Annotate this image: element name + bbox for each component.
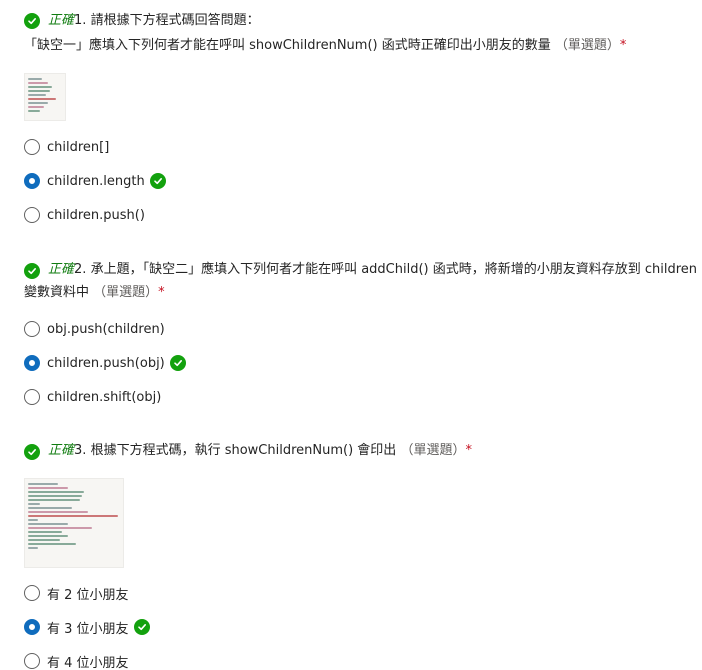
radio-button-selected[interactable] bbox=[24, 173, 40, 189]
radio-button[interactable] bbox=[24, 653, 40, 669]
radio-button[interactable] bbox=[24, 207, 40, 223]
correct-tag: 正確 bbox=[48, 443, 75, 458]
option-label: obj.push(children) bbox=[47, 321, 165, 337]
option-label: 有 2 位小朋友 bbox=[47, 587, 129, 603]
option-children-push-obj[interactable]: children.push(obj) bbox=[24, 353, 186, 373]
code-image-1 bbox=[24, 73, 66, 121]
option-label: children[] bbox=[47, 139, 110, 155]
question-3-header bbox=[24, 443, 40, 460]
option-4-children[interactable]: 有 4 位小朋友 bbox=[24, 651, 129, 670]
correct-tag: 正確 bbox=[48, 13, 75, 28]
radio-button[interactable] bbox=[24, 389, 40, 405]
required-asterisk: * bbox=[465, 443, 472, 458]
question-number: 1. bbox=[74, 13, 87, 28]
radio-button[interactable] bbox=[24, 139, 40, 155]
option-children-brackets[interactable]: children[] bbox=[24, 137, 109, 157]
question-title-text: 請根據下方程式碼回答問題： bbox=[90, 13, 260, 28]
question-type: （單選題） bbox=[400, 443, 466, 458]
question-title-text: 承上題，「缺空二」應填入下列何者才能在呼叫 addChild() 函式時，將新增… bbox=[90, 262, 698, 277]
option-label: children.push() bbox=[47, 207, 145, 223]
radio-button[interactable] bbox=[24, 321, 40, 337]
required-asterisk: * bbox=[158, 285, 165, 300]
question-2-header bbox=[24, 262, 40, 279]
option-label: children.length bbox=[47, 173, 145, 189]
question-3-title: 正確3. 根據下方程式碼，執行 showChildrenNum() 會印出 （單… bbox=[48, 439, 472, 463]
question-1-header bbox=[24, 12, 40, 29]
correct-check-icon bbox=[24, 263, 40, 279]
option-children-length[interactable]: children.length bbox=[24, 171, 166, 191]
code-image-3 bbox=[24, 478, 124, 568]
radio-button[interactable] bbox=[24, 585, 40, 601]
option-label: children.shift(obj) bbox=[47, 389, 162, 405]
correct-tag: 正確 bbox=[48, 262, 75, 277]
correct-check-icon bbox=[149, 173, 166, 189]
option-children-shift-obj[interactable]: children.shift(obj) bbox=[24, 387, 161, 407]
option-children-push[interactable]: children.push() bbox=[24, 205, 145, 225]
question-type: （單選題） bbox=[554, 38, 620, 53]
correct-check-icon bbox=[24, 13, 40, 29]
question-type: （單選題） bbox=[93, 285, 159, 300]
radio-button-selected[interactable] bbox=[24, 355, 40, 371]
option-2-children[interactable]: 有 2 位小朋友 bbox=[24, 583, 129, 603]
option-label: 有 3 位小朋友 bbox=[47, 621, 129, 637]
required-asterisk: * bbox=[619, 38, 627, 53]
question-number: 3. bbox=[74, 443, 87, 458]
question-2-title: 正確2. 承上題，「缺空二」應填入下列何者才能在呼叫 addChild() 函式… bbox=[48, 258, 697, 282]
radio-button-selected[interactable] bbox=[24, 619, 40, 635]
option-obj-push-children[interactable]: obj.push(children) bbox=[24, 319, 165, 339]
correct-check-icon bbox=[133, 619, 150, 635]
question-body-text: 「缺空一」應填入下列何者才能在呼叫 showChildrenNum() 函式時正… bbox=[24, 38, 551, 53]
option-label: children.push(obj) bbox=[47, 355, 165, 371]
question-body-text: 變數資料中 bbox=[24, 285, 90, 300]
correct-check-icon bbox=[169, 355, 186, 371]
question-2-body: 變數資料中 （單選題）* bbox=[24, 281, 689, 305]
option-label: 有 4 位小朋友 bbox=[47, 655, 129, 670]
question-title-text: 根據下方程式碼，執行 showChildrenNum() 會印出 bbox=[90, 443, 397, 458]
question-1-body: 「缺空一」應填入下列何者才能在呼叫 showChildrenNum() 函式時正… bbox=[24, 34, 689, 58]
correct-check-icon bbox=[24, 444, 40, 460]
question-number: 2. bbox=[74, 262, 87, 277]
question-1-title: 正確1. 請根據下方程式碼回答問題： bbox=[48, 9, 260, 33]
option-3-children[interactable]: 有 3 位小朋友 bbox=[24, 617, 150, 637]
